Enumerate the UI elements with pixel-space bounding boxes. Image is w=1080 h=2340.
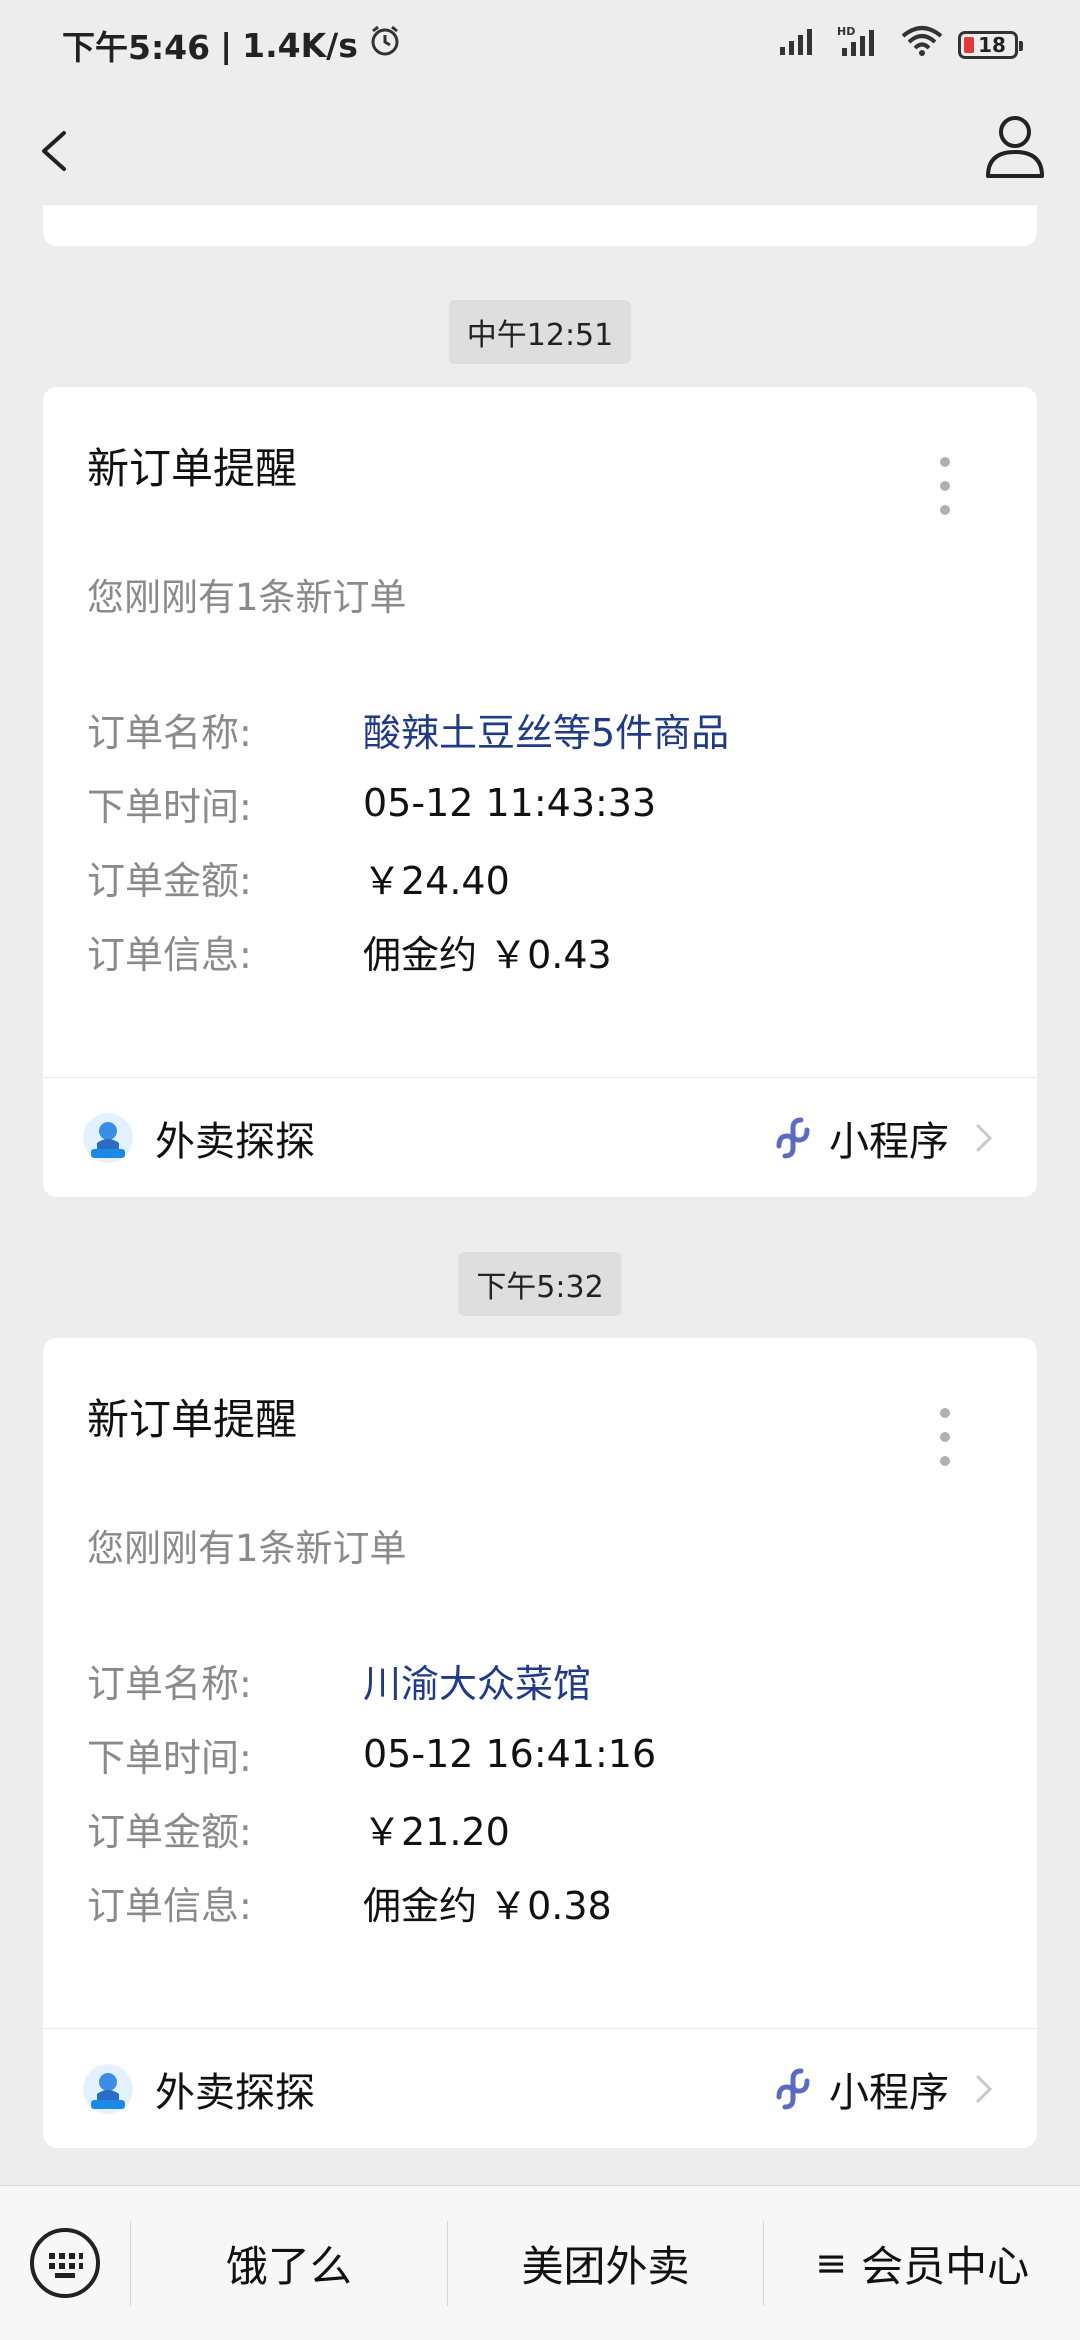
status-bar: 下午5:46 | 1.4K/s HD 18 bbox=[0, 0, 1080, 90]
app-name: 外卖探探 bbox=[155, 1118, 315, 1165]
profile-button[interactable] bbox=[980, 110, 1050, 185]
menu-item-eleme[interactable]: 饿了么 bbox=[131, 2186, 447, 2340]
mini-program-label: 小程序 bbox=[829, 2069, 949, 2116]
mini-program-icon bbox=[776, 1117, 810, 1158]
network-speed: 1.4K/s bbox=[242, 25, 358, 65]
menu-item-label: 美团外卖 bbox=[521, 2241, 690, 2291]
order-details: 订单名称: 酸辣土豆丝等5件商品 下单时间: 05-12 11:43:33 订单… bbox=[87, 692, 987, 988]
card-footer[interactable]: 外卖探探 小程序 bbox=[43, 2028, 1037, 2148]
card-title: 新订单提醒 bbox=[87, 1395, 298, 1444]
chevron-right-icon bbox=[976, 2075, 993, 2102]
app-logo-icon bbox=[83, 1112, 133, 1163]
menu-item-meituan[interactable]: 美团外卖 bbox=[448, 2186, 764, 2340]
order-time-row: 下单时间: 05-12 16:41:16 bbox=[87, 1717, 987, 1791]
order-name-label: 订单名称: bbox=[87, 1661, 252, 1706]
order-details: 订单名称: 川渝大众菜馆 下单时间: 05-12 16:41:16 订单金额: … bbox=[87, 1643, 987, 1939]
signal-hd-icon: HD bbox=[836, 24, 886, 66]
order-amount-value: ￥21.20 bbox=[363, 1809, 510, 1854]
status-right: HD 18 bbox=[778, 24, 1023, 66]
chevron-right-icon bbox=[976, 1124, 993, 1151]
menu-item-label: 会员中心 bbox=[861, 2241, 1030, 2291]
order-time-label: 下单时间: bbox=[87, 784, 252, 829]
menu-item-member-center[interactable]: ≡ 会员中心 bbox=[764, 2186, 1080, 2340]
keyboard-toggle-button[interactable] bbox=[0, 2186, 130, 2340]
order-amount-value: ￥24.40 bbox=[363, 858, 510, 903]
order-time-value: 05-12 11:43:33 bbox=[363, 781, 657, 825]
more-options-button[interactable] bbox=[935, 1408, 955, 1468]
battery-level: 18 bbox=[978, 33, 1006, 57]
order-time-label: 下单时间: bbox=[87, 1735, 252, 1780]
alarm-icon bbox=[368, 24, 402, 66]
chevron-left-icon bbox=[42, 131, 66, 171]
mini-program-label: 小程序 bbox=[829, 1118, 949, 1165]
svg-text:HD: HD bbox=[837, 25, 855, 38]
card-title: 新订单提醒 bbox=[87, 444, 298, 493]
order-time-value: 05-12 16:41:16 bbox=[363, 1732, 657, 1776]
menu-item-label: 饿了么 bbox=[225, 2241, 352, 2291]
order-name-value[interactable]: 酸辣土豆丝等5件商品 bbox=[363, 702, 729, 757]
order-name-row: 订单名称: 川渝大众菜馆 bbox=[87, 1643, 987, 1717]
mini-program-link[interactable]: 小程序 bbox=[771, 2060, 997, 2118]
order-info-row: 订单信息: 佣金约 ￥0.43 bbox=[87, 914, 987, 988]
status-time: 下午5:46 bbox=[62, 28, 211, 67]
order-message-card[interactable]: 新订单提醒 您刚刚有1条新订单 订单名称: 川渝大众菜馆 下单时间: 05-12… bbox=[43, 1338, 1037, 2148]
order-amount-label: 订单金额: bbox=[87, 858, 252, 903]
order-info-value: 佣金约 ￥0.38 bbox=[363, 1883, 612, 1928]
bottom-menu-bar: 饿了么 美团外卖 ≡ 会员中心 bbox=[0, 2185, 1080, 2340]
timestamp-chip: 中午12:51 bbox=[448, 300, 632, 364]
card-subtitle: 您刚刚有1条新订单 bbox=[87, 1527, 407, 1570]
mini-program-icon bbox=[776, 2068, 810, 2109]
order-info-label: 订单信息: bbox=[87, 932, 252, 977]
mini-program-link[interactable]: 小程序 bbox=[771, 1109, 997, 1167]
order-amount-label: 订单金额: bbox=[87, 1809, 252, 1854]
app-screen: 下午5:46 | 1.4K/s HD 18 中午12:51 新订单提醒 您刚刚有… bbox=[0, 0, 1080, 2340]
submenu-icon: ≡ bbox=[815, 2241, 848, 2285]
card-subtitle: 您刚刚有1条新订单 bbox=[87, 576, 407, 619]
order-time-row: 下单时间: 05-12 11:43:33 bbox=[87, 766, 987, 840]
app-logo-icon bbox=[83, 2063, 133, 2114]
status-left: 下午5:46 | 1.4K/s bbox=[62, 21, 402, 69]
status-separator: | bbox=[220, 25, 233, 65]
nav-bar bbox=[0, 90, 1080, 205]
timestamp-chip: 下午5:32 bbox=[458, 1252, 622, 1316]
order-name-row: 订单名称: 酸辣土豆丝等5件商品 bbox=[87, 692, 987, 766]
more-options-button[interactable] bbox=[935, 457, 955, 517]
order-info-value: 佣金约 ￥0.43 bbox=[363, 932, 612, 977]
app-name: 外卖探探 bbox=[155, 2069, 315, 2116]
wifi-icon bbox=[900, 24, 944, 66]
order-name-value[interactable]: 川渝大众菜馆 bbox=[363, 1653, 591, 1708]
signal-icon bbox=[778, 25, 822, 65]
order-message-card[interactable]: 新订单提醒 您刚刚有1条新订单 订单名称: 酸辣土豆丝等5件商品 下单时间: 0… bbox=[43, 387, 1037, 1197]
more-dots-icon bbox=[940, 457, 950, 467]
message-list[interactable]: 中午12:51 新订单提醒 您刚刚有1条新订单 订单名称: 酸辣土豆丝等5件商品… bbox=[0, 0, 1080, 2185]
more-dots-icon bbox=[940, 1408, 950, 1418]
keyboard-icon bbox=[30, 2228, 100, 2298]
card-footer[interactable]: 外卖探探 小程序 bbox=[43, 1077, 1037, 1197]
battery-icon: 18 bbox=[958, 31, 1023, 59]
back-button[interactable] bbox=[30, 115, 90, 185]
order-info-label: 订单信息: bbox=[87, 1883, 252, 1928]
user-icon bbox=[986, 116, 1044, 178]
order-name-label: 订单名称: bbox=[87, 710, 252, 755]
order-amount-row: 订单金额: ￥24.40 bbox=[87, 840, 987, 914]
order-amount-row: 订单金额: ￥21.20 bbox=[87, 1791, 987, 1865]
order-info-row: 订单信息: 佣金约 ￥0.38 bbox=[87, 1865, 987, 1939]
